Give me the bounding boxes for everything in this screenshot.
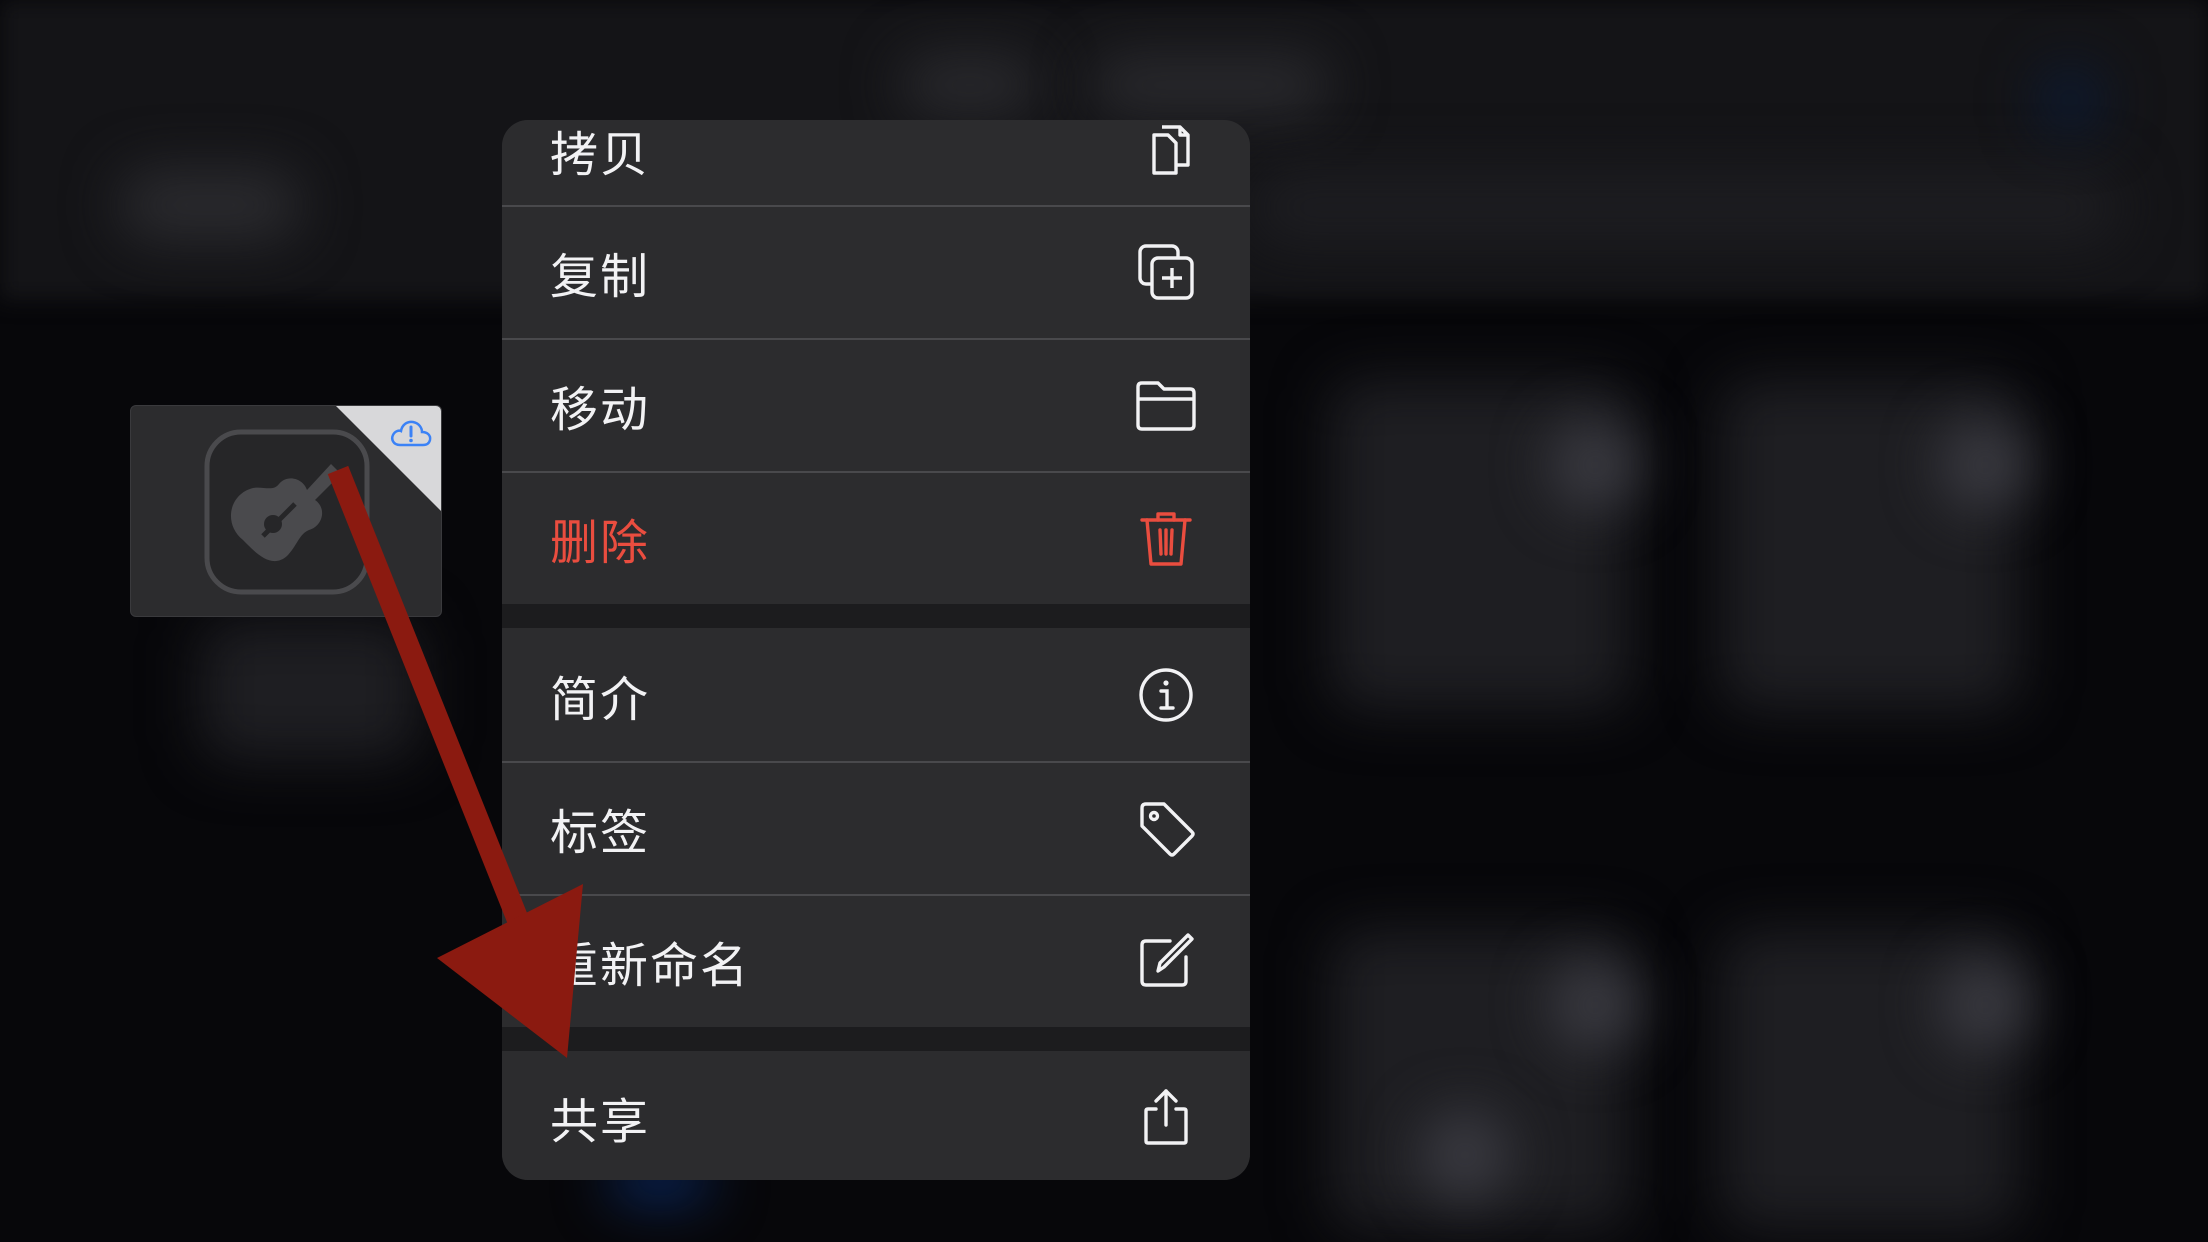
copy-document-icon [1134,121,1198,185]
blurred-search-bar [1250,170,2120,245]
menu-group-info: 简介 标签 重新命名 [502,628,1250,1027]
dragged-file-preview[interactable] [130,405,442,617]
menu-item-tags[interactable]: 标签 [502,761,1250,894]
folder-icon [1134,373,1198,437]
info-circle-icon [1134,663,1198,727]
menu-item-info[interactable]: 简介 [502,628,1250,761]
menu-item-label: 简介 [550,671,651,728]
menu-group-file-actions: 拷贝 复制 移动 删除 [502,120,1250,604]
blurred-badge [1420,1110,1510,1200]
menu-item-label: 共享 [550,1093,651,1150]
blurred-accent [2040,70,2100,130]
share-icon [1134,1085,1198,1149]
icloud-alert-icon [391,420,432,447]
trash-icon [1134,506,1198,570]
blurred-badge [1940,960,2030,1050]
context-menu: 拷贝 复制 移动 删除 简介 标签 重新命名 共享 [502,120,1250,1180]
pencil-square-icon [1134,929,1198,993]
menu-item-copy[interactable]: 拷贝 [502,120,1250,205]
menu-item-label: 删除 [550,514,651,571]
menu-separator [502,604,1250,628]
menu-item-label: 标签 [550,804,651,861]
blurred-badge [1550,960,1640,1050]
menu-item-label: 重新命名 [550,937,751,994]
duplicate-plus-icon [1134,240,1198,304]
menu-item-move[interactable]: 移动 [502,338,1250,471]
menu-item-share[interactable]: 共享 [502,1051,1250,1180]
tag-icon [1134,796,1198,860]
menu-item-label: 复制 [550,248,651,305]
blurred-file-tile [200,620,420,760]
blurred-pill [900,55,1040,115]
menu-separator [502,1027,1250,1051]
menu-item-label: 拷贝 [550,127,651,183]
menu-item-duplicate[interactable]: 复制 [502,205,1250,338]
menu-group-share: 共享 [502,1051,1250,1180]
blurred-badge [1940,420,2030,510]
blurred-button [120,170,300,240]
menu-item-rename[interactable]: 重新命名 [502,894,1250,1027]
menu-item-label: 移动 [550,381,651,438]
menu-item-delete[interactable]: 删除 [502,471,1250,604]
blurred-badge [1550,420,1640,510]
blurred-pill [1090,55,1330,115]
